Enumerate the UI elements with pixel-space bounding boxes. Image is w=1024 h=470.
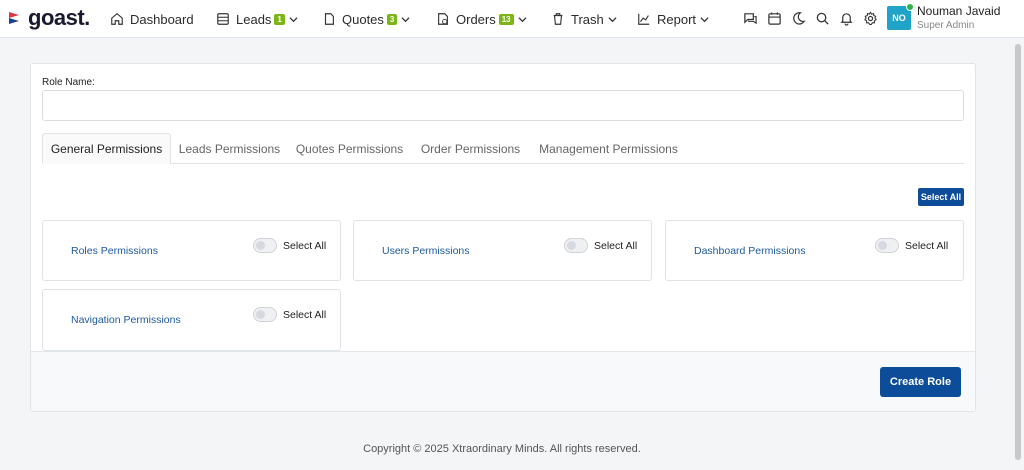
copyright-text: Copyright © 2025 Xtraordinary Minds. All… xyxy=(363,443,641,455)
toggle-knob xyxy=(567,241,576,250)
chart-icon xyxy=(638,13,650,25)
users-permissions-toggle[interactable] xyxy=(564,238,588,253)
nav-quotes-label: Quotes xyxy=(342,11,384,27)
nav-dashboard[interactable]: Dashboard xyxy=(110,9,194,29)
create-role-button[interactable]: Create Role xyxy=(880,367,961,397)
tab-management-permissions[interactable]: Management Permissions xyxy=(530,133,687,164)
calendar-icon[interactable] xyxy=(767,11,782,26)
navigation-permissions-toggle[interactable] xyxy=(253,307,277,322)
select-all-button[interactable]: Select All xyxy=(918,188,964,206)
chat-icon[interactable] xyxy=(743,11,758,26)
nav-report-label: Report xyxy=(657,11,697,27)
dashboard-permissions-title[interactable]: Dashboard Permissions xyxy=(694,245,805,257)
nav-orders-label: Orders xyxy=(456,11,496,27)
database-icon xyxy=(217,13,229,25)
chevron-down-icon xyxy=(518,16,527,22)
nav-report[interactable]: Report xyxy=(637,9,709,29)
scrollbar-thumb[interactable] xyxy=(1015,44,1021,460)
tab-leads-permissions[interactable]: Leads Permissions xyxy=(171,133,288,164)
user-role: Super Admin xyxy=(917,20,975,31)
orders-count-badge: 13 xyxy=(498,13,514,25)
users-select-all-label: Select All xyxy=(594,240,638,252)
gear-icon[interactable] xyxy=(863,11,878,26)
tab-general-permissions[interactable]: General Permissions xyxy=(42,133,171,164)
nav-orders[interactable]: Orders 13 xyxy=(436,9,527,29)
roles-permissions-title[interactable]: Roles Permissions xyxy=(71,245,158,257)
quote-icon xyxy=(324,13,334,25)
toggle-knob xyxy=(256,310,265,319)
role-name-input[interactable] xyxy=(42,90,964,121)
chevron-down-icon xyxy=(608,16,617,22)
leads-count-badge: 1 xyxy=(274,13,285,25)
nav-trash[interactable]: Trash xyxy=(551,9,617,29)
nav-leads-label: Leads xyxy=(236,11,272,27)
nav-dashboard-label: Dashboard xyxy=(130,11,194,27)
search-icon[interactable] xyxy=(815,11,830,26)
orders-icon xyxy=(438,13,448,25)
chevron-down-icon xyxy=(700,16,709,22)
chevron-down-icon xyxy=(289,16,298,22)
dashboard-permissions-toggle[interactable] xyxy=(875,238,899,253)
nav-quotes[interactable]: Quotes 3 xyxy=(322,9,410,29)
bell-icon[interactable] xyxy=(839,11,854,26)
dashboard-select-all-label: Select All xyxy=(905,240,949,252)
tab-order-permissions[interactable]: Order Permissions xyxy=(411,133,530,164)
nav-leads[interactable]: Leads 1 xyxy=(216,9,298,29)
user-name[interactable]: Nouman Javaid xyxy=(917,4,1000,18)
online-status-dot xyxy=(906,3,914,11)
quotes-count-badge: 3 xyxy=(386,13,398,25)
toggle-knob xyxy=(256,241,265,250)
toggle-knob xyxy=(878,241,887,250)
trash-icon xyxy=(553,13,563,25)
role-name-label: Role Name: xyxy=(42,77,95,88)
nav-trash-label: Trash xyxy=(571,11,604,27)
chevron-down-icon xyxy=(401,16,410,22)
logo-icon xyxy=(9,12,19,24)
home-icon xyxy=(111,13,123,25)
roles-permissions-toggle[interactable] xyxy=(253,238,277,253)
card-footer xyxy=(31,351,975,411)
roles-select-all-label: Select All xyxy=(283,240,327,252)
moon-icon[interactable] xyxy=(791,11,806,26)
tab-quotes-permissions[interactable]: Quotes Permissions xyxy=(288,133,411,164)
logo[interactable]: goast. xyxy=(6,5,90,31)
navigation-select-all-label: Select All xyxy=(283,309,327,321)
logo-text: goast. xyxy=(28,5,90,30)
users-permissions-title[interactable]: Users Permissions xyxy=(382,245,470,257)
navigation-permissions-title[interactable]: Navigation Permissions xyxy=(71,314,181,326)
